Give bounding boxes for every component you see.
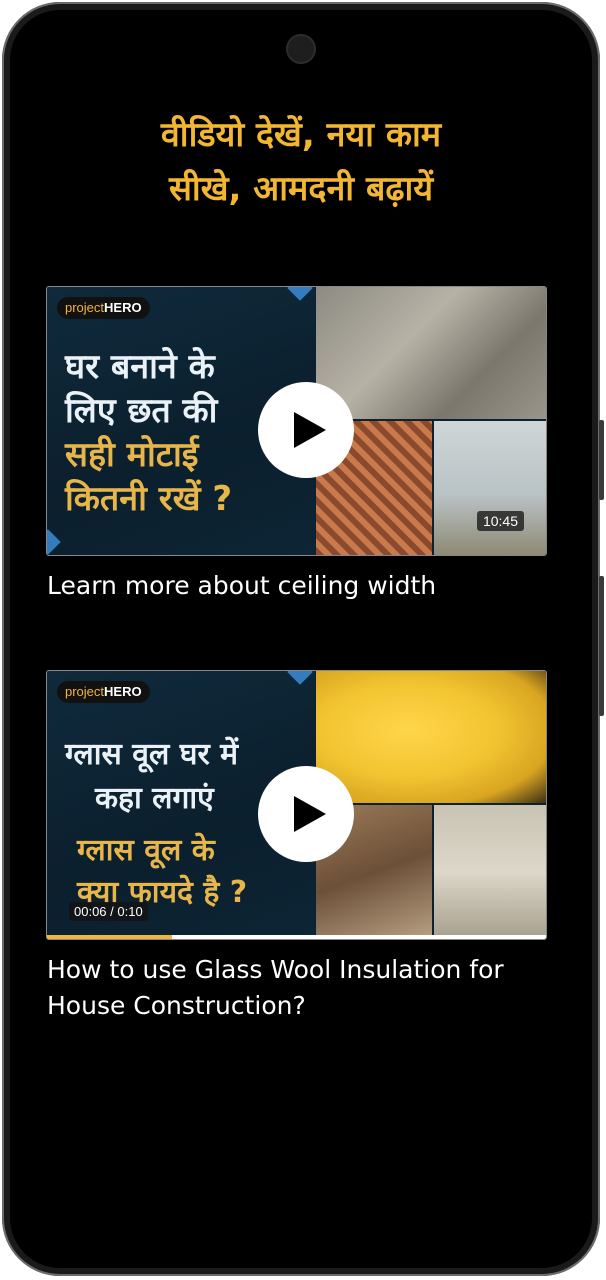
decor-shape	[47, 529, 61, 555]
app-screen: वीडियो देखें, नया काम सीखे, आमदनी बढ़ाये…	[10, 10, 592, 1268]
play-button[interactable]	[258, 766, 354, 862]
headline-line-2: सीखे, आमदनी बढ़ायें	[168, 169, 434, 209]
video-timecode: 00:06 / 0:10	[69, 902, 148, 921]
volume-button	[599, 420, 604, 500]
video-title[interactable]: Learn more about ceiling width	[46, 568, 545, 604]
play-icon	[294, 796, 326, 832]
headline-line-1: वीडियो देखें, नया काम	[160, 115, 442, 155]
thumb-line: घर बनाने के	[65, 347, 215, 387]
video-progress-fill	[47, 935, 172, 939]
brand-logo: projectHERO	[57, 297, 150, 319]
thumb-line: कितनी रखें ?	[65, 479, 233, 519]
video-player[interactable]: projectHERO ग्लास वूल घर में कहा लगाएं ग…	[46, 670, 547, 940]
video-player[interactable]: projectHERO घर बनाने के लिए छत की सही मो…	[46, 286, 547, 556]
video-progress-bar[interactable]	[47, 935, 546, 939]
thumbnail-photo-bricks	[434, 805, 546, 939]
play-button[interactable]	[258, 382, 354, 478]
thumbnail-photo-site	[434, 421, 546, 555]
video-card-glass-wool[interactable]: projectHERO ग्लास वूल घर में कहा लगाएं ग…	[46, 670, 547, 1024]
decor-shape	[287, 287, 313, 301]
video-card-ceiling-width[interactable]: projectHERO घर बनाने के लिए छत की सही मो…	[46, 286, 547, 604]
thumbnail-photo-concrete	[316, 287, 546, 419]
front-camera-icon	[286, 34, 316, 64]
phone-frame: वीडियो देखें, नया काम सीखे, आमदनी बढ़ाये…	[2, 2, 604, 1276]
thumb-line: ग्लास वूल घर में	[65, 737, 239, 772]
thumbnail-photo-glass-wool	[316, 671, 546, 803]
power-button	[599, 576, 604, 716]
decor-shape	[287, 671, 313, 685]
play-icon	[294, 412, 326, 448]
brand-logo: projectHERO	[57, 681, 150, 703]
video-title[interactable]: How to use Glass Wool Insulation for Hou…	[46, 952, 545, 1024]
video-duration: 10:45	[476, 511, 524, 531]
page-headline: वीडियो देखें, नया काम सीखे, आमदनी बढ़ाये…	[50, 108, 552, 216]
